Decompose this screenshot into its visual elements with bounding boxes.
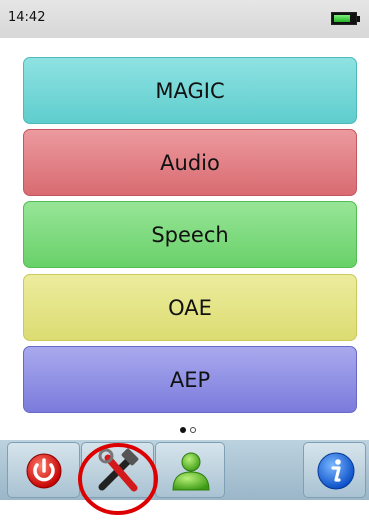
battery-level: [334, 15, 350, 22]
power-button[interactable]: [7, 442, 80, 498]
aep-button-label: AEP: [169, 367, 211, 392]
info-icon: [317, 452, 355, 490]
battery-icon: [331, 12, 357, 25]
speech-button-label: Speech: [151, 222, 229, 247]
page-dot-1[interactable]: [180, 427, 186, 433]
aep-button[interactable]: AEP: [23, 346, 357, 413]
speech-button[interactable]: Speech: [23, 201, 357, 268]
status-bar: 14:42: [0, 0, 369, 38]
magic-button-label: MAGIC: [155, 78, 225, 103]
magic-button[interactable]: MAGIC: [23, 57, 357, 124]
oae-button[interactable]: OAE: [23, 274, 357, 341]
user-button[interactable]: [155, 442, 225, 498]
audio-button[interactable]: Audio: [23, 129, 357, 196]
power-icon: [26, 453, 62, 489]
audio-button-label: Audio: [160, 150, 220, 175]
highlight-circle: [78, 443, 158, 515]
user-icon: [172, 452, 210, 491]
oae-button-label: OAE: [168, 295, 212, 320]
page-indicator[interactable]: [180, 425, 204, 435]
clock: 14:42: [8, 10, 46, 25]
battery-tip: [357, 16, 360, 22]
page-dot-2[interactable]: [190, 427, 196, 433]
info-button[interactable]: [303, 442, 366, 498]
